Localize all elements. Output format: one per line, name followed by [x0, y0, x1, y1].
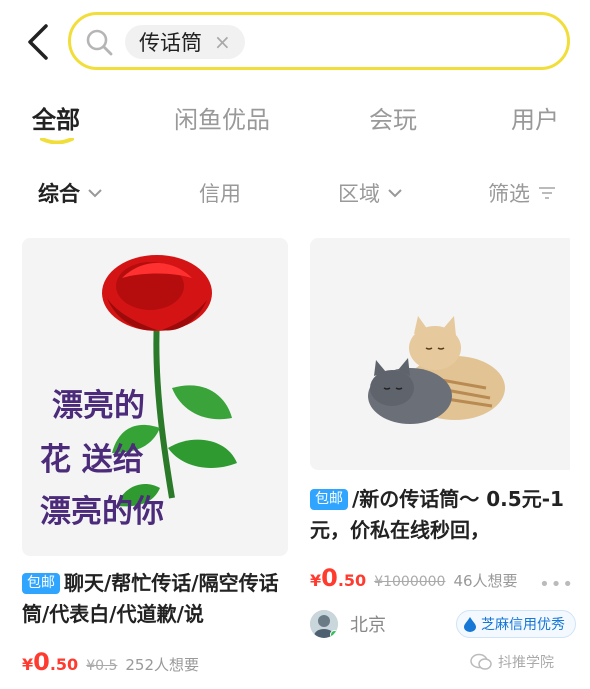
filter-icon: [539, 187, 555, 199]
product-title-text: /新の传话筒～ 0.5元-1元，价私在线秒回，: [310, 487, 564, 542]
product-title[interactable]: 包邮/新の传话筒～ 0.5元-1元，价私在线秒回，: [310, 484, 576, 546]
tab-premium[interactable]: 闲鱼优品: [174, 100, 270, 135]
price: ¥0.50: [310, 564, 366, 592]
search-query-chip[interactable]: 传话筒 ×: [125, 25, 245, 59]
chevron-down-icon: [88, 189, 102, 198]
sort-filter-label: 筛选: [488, 182, 530, 206]
header: 传话筒 ×: [0, 0, 590, 84]
seller-location: 北京: [350, 615, 386, 636]
sort-comprehensive-label: 综合: [38, 182, 80, 206]
product-card[interactable]: 包邮/新の传话筒～ 0.5元-1元，价私在线秒回， ¥0.50 ¥1000000…: [310, 238, 576, 689]
chevron-down-icon: [388, 189, 402, 198]
tab-play[interactable]: 会玩: [369, 100, 417, 135]
price-integer: 0: [321, 564, 338, 592]
sesame-credit-icon: [464, 617, 476, 632]
sort-credit-label: 信用: [199, 182, 241, 206]
search-icon: [86, 29, 113, 56]
image-text-line: 花 送给: [40, 442, 144, 478]
credit-label: 芝麻信用优秀: [481, 617, 565, 633]
online-status-dot: [330, 630, 338, 638]
watermark-text: 抖推学院: [498, 655, 554, 671]
free-shipping-badge: 包邮: [310, 489, 348, 510]
wechat-icon: [470, 653, 492, 670]
category-tabs: 全部 闲鱼优品 会玩 用户: [0, 96, 590, 152]
price-currency: ¥: [310, 571, 322, 590]
wants-count: 252人想要: [125, 656, 199, 674]
tab-all[interactable]: 全部: [32, 100, 80, 135]
back-arrow-icon[interactable]: [22, 22, 56, 62]
image-text-line: 漂亮的你: [40, 494, 164, 530]
product-card[interactable]: 漂亮的 花 送给 漂亮的你 包邮 聊天/帮忙传话/隔空传话筒/代表白/代道歉/说 …: [22, 238, 288, 689]
tab-users[interactable]: 用户: [511, 100, 559, 135]
rose-image: 漂亮的 花 送给 漂亮的你: [22, 238, 288, 556]
product-image[interactable]: [310, 238, 576, 470]
price-decimal: .50: [337, 571, 367, 590]
sort-bar: 综合 信用 区域 筛选: [0, 170, 590, 214]
sort-region-label: 区域: [338, 182, 380, 206]
price-row: ¥0.50 ¥1000000 46人想要 •••: [310, 564, 576, 595]
original-price: ¥1000000: [374, 574, 446, 590]
sort-comprehensive[interactable]: 综合: [38, 178, 102, 208]
search-bar[interactable]: 传话筒 ×: [68, 12, 570, 70]
price-decimal: .50: [49, 655, 79, 674]
search-query-text: 传话筒: [139, 31, 202, 55]
product-image[interactable]: 漂亮的 花 送给 漂亮的你: [22, 238, 288, 556]
product-title-text: 聊天/帮忙传话/隔空传话筒/代表白/代道歉/说: [22, 571, 279, 626]
original-price: ¥0.5: [86, 658, 118, 674]
seller-row[interactable]: 北京 芝麻信用优秀: [310, 608, 576, 640]
product-title[interactable]: 包邮 聊天/帮忙传话/隔空传话筒/代表白/代道歉/说: [22, 568, 288, 630]
sort-filter[interactable]: 筛选: [488, 178, 556, 208]
sort-credit[interactable]: 信用: [199, 178, 241, 208]
sort-region[interactable]: 区域: [338, 178, 402, 208]
seller-avatar[interactable]: [310, 610, 338, 638]
image-text-line: 漂亮的: [52, 388, 145, 424]
wants-count: 46人想要: [453, 572, 518, 590]
more-options-icon[interactable]: •••: [539, 574, 574, 595]
price: ¥0.50: [22, 648, 78, 676]
price-currency: ¥: [22, 655, 34, 674]
active-tab-indicator: [40, 138, 74, 144]
credit-badge: 芝麻信用优秀: [456, 610, 576, 638]
cat-image: [310, 238, 570, 470]
price-row: ¥0.50 ¥0.5 252人想要: [22, 648, 288, 678]
watermark: 抖推学院: [470, 652, 554, 672]
free-shipping-badge: 包邮: [22, 573, 60, 594]
price-integer: 0: [33, 648, 50, 676]
clear-query-icon[interactable]: ×: [214, 32, 231, 52]
